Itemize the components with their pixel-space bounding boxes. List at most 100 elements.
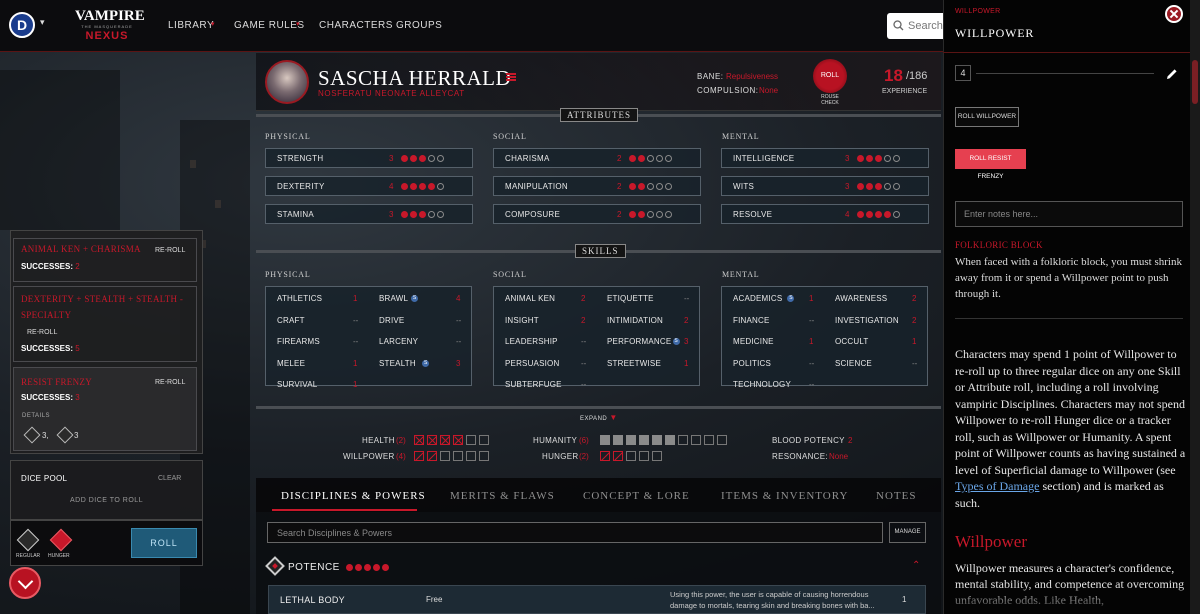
health-box[interactable] [414, 435, 424, 445]
dot[interactable] [638, 183, 645, 190]
skill-stealth[interactable]: STEALTH [379, 359, 416, 368]
hunger-tracker[interactable] [600, 451, 662, 461]
dot[interactable] [629, 211, 636, 218]
dot[interactable] [401, 211, 408, 218]
dot[interactable] [866, 155, 873, 162]
skill-athletics[interactable]: ATHLETICS [277, 294, 322, 303]
close-icon[interactable] [1165, 5, 1183, 23]
dndbeyond-logo-icon[interactable]: D [9, 12, 35, 38]
skill-finance[interactable]: FINANCE [733, 316, 770, 325]
discipline-name[interactable]: POTENCE [288, 562, 340, 573]
reroll-button[interactable]: RE-ROLL [155, 379, 185, 386]
tab-notes[interactable]: NOTES [876, 490, 916, 502]
dot[interactable] [857, 183, 864, 190]
willpower-box[interactable] [466, 451, 476, 461]
bane-value[interactable]: Repulsiveness [726, 72, 778, 81]
attribute-dots[interactable] [857, 155, 900, 162]
willpower-box[interactable] [453, 451, 463, 461]
nav-library[interactable]: LIBRARY [168, 20, 214, 31]
attribute-dots[interactable] [629, 211, 672, 218]
willpower-label[interactable]: WILLPOWER [343, 452, 395, 461]
sidebar-notes-input[interactable]: Enter notes here... [955, 201, 1183, 227]
dot[interactable] [419, 211, 426, 218]
dot[interactable] [647, 155, 654, 162]
dot[interactable] [419, 183, 426, 190]
humanity-box[interactable] [717, 435, 727, 445]
attribute-dots[interactable] [857, 211, 900, 218]
humanity-box[interactable] [678, 435, 688, 445]
roll-resist-frenzy-button[interactable]: ROLL RESIST FRENZY [955, 149, 1026, 180]
humanity-box[interactable] [691, 435, 701, 445]
dot[interactable] [665, 211, 672, 218]
skill-animal-ken[interactable]: ANIMAL KEN [505, 294, 555, 303]
attribute-dots[interactable] [857, 183, 900, 190]
skill-drive[interactable]: DRIVE [379, 316, 404, 325]
experience-current[interactable]: 18 [884, 66, 903, 86]
health-box[interactable] [427, 435, 437, 445]
attribute-dots[interactable] [629, 155, 672, 162]
attribute-dots[interactable] [401, 183, 444, 190]
types-of-damage-link[interactable]: Types of Damage [955, 479, 1039, 493]
humanity-box[interactable] [639, 435, 649, 445]
tab-disciplines-powers[interactable]: DISCIPLINES & POWERS [281, 490, 426, 502]
hunger-box[interactable] [600, 451, 610, 461]
humanity-box[interactable] [626, 435, 636, 445]
humanity-box[interactable] [613, 435, 623, 445]
health-box[interactable] [440, 435, 450, 445]
logo-dropdown-caret-icon[interactable]: ▾ [40, 17, 45, 28]
skill-survival[interactable]: SURVIVAL [277, 380, 317, 389]
skill-medicine[interactable]: MEDICINE [733, 337, 774, 346]
dot[interactable] [638, 155, 645, 162]
character-menu-icon[interactable] [506, 73, 516, 81]
dot[interactable] [656, 211, 663, 218]
attribute-dots[interactable] [401, 211, 444, 218]
skill-firearms[interactable]: FIREARMS [277, 337, 320, 346]
attribute-dots[interactable] [401, 155, 444, 162]
dot[interactable] [437, 211, 444, 218]
dot[interactable] [656, 155, 663, 162]
dot[interactable] [638, 211, 645, 218]
attribute-intelligence[interactable]: INTELLIGENCE 3 [721, 148, 929, 168]
skill-technology[interactable]: TECHNOLOGY [733, 380, 791, 389]
dot[interactable] [884, 155, 891, 162]
skill-streetwise[interactable]: STREETWISE [607, 359, 661, 368]
humanity-tracker[interactable] [600, 435, 727, 445]
willpower-box[interactable] [479, 451, 489, 461]
site-search-input[interactable]: Search [887, 13, 943, 39]
dot[interactable] [893, 183, 900, 190]
dot[interactable] [857, 155, 864, 162]
willpower-tracker[interactable] [414, 451, 489, 461]
dot[interactable] [410, 155, 417, 162]
dot[interactable] [629, 155, 636, 162]
hunger-box[interactable] [639, 451, 649, 461]
skill-academics[interactable]: ACADEMICS [733, 294, 782, 303]
specialty-icon[interactable]: S [411, 295, 418, 302]
dot[interactable] [866, 183, 873, 190]
skill-larceny[interactable]: LARCENY [379, 337, 418, 346]
skill-insight[interactable]: INSIGHT [505, 316, 539, 325]
dot[interactable] [866, 211, 873, 218]
collapse-discipline-icon[interactable]: ⌃ [912, 560, 920, 571]
dot[interactable] [629, 183, 636, 190]
roll-willpower-button[interactable]: ROLL WILLPOWER [955, 107, 1019, 127]
dot[interactable] [875, 155, 882, 162]
resonance-value[interactable]: None [829, 452, 848, 461]
skill-intimidation[interactable]: INTIMIDATION [607, 316, 663, 325]
skill-melee[interactable]: MELEE [277, 359, 305, 368]
skill-etiquette[interactable]: ETIQUETTE [607, 294, 654, 303]
dot[interactable] [875, 211, 882, 218]
dot[interactable] [410, 211, 417, 218]
humanity-box[interactable] [704, 435, 714, 445]
nav-game-rules[interactable]: GAME RULES [234, 20, 305, 31]
reroll-button[interactable]: RE-ROLL [155, 247, 185, 254]
willpower-box[interactable] [440, 451, 450, 461]
vtm-nexus-logo[interactable]: VAMPIRE THE MASQUERADE NEXUS [75, 9, 145, 43]
dot[interactable] [428, 211, 435, 218]
health-box[interactable] [466, 435, 476, 445]
skill-persuasion[interactable]: PERSUASION [505, 359, 559, 368]
rouse-roll-button[interactable]: ROLL [813, 59, 847, 93]
attribute-resolve[interactable]: RESOLVE 4 [721, 204, 929, 224]
hunger-box[interactable] [626, 451, 636, 461]
humanity-box[interactable] [665, 435, 675, 445]
dot[interactable] [884, 211, 891, 218]
